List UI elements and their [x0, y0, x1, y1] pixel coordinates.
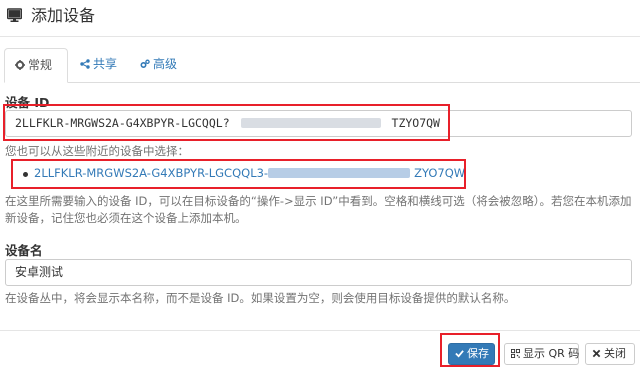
qrcode-icon	[511, 349, 520, 358]
tab-general-label: 常规	[28, 58, 53, 72]
device-name-help: 在设备丛中，将会显示本名称，而不是设备 ID。如果设置为空，则会使用目标设备提供…	[5, 291, 516, 305]
nearby-device-prefix: 2LLFKLR-MRGWS2A-G4XBPYR-LGCQQL3-	[34, 166, 269, 180]
tab-advanced[interactable]: 高级	[130, 48, 187, 81]
device-id-help: 在这里所需要输入的设备 ID，可以在目标设备的“操作->显示 ID”中看到。空格…	[5, 194, 632, 225]
monitor-icon	[7, 8, 22, 22]
nearby-device-link[interactable]: 2LLFKLR-MRGWS2A-G4XBPYR-LGCQQL3- ZYO7QW	[34, 166, 465, 180]
share-icon	[80, 59, 90, 69]
tab-bar: 常规 共享 高级	[4, 48, 640, 83]
tab-sharing-label: 共享	[93, 57, 118, 71]
tab-general[interactable]: 常规	[4, 48, 68, 83]
check-icon	[455, 350, 464, 358]
show-qr-button[interactable]: 显示 QR 码	[504, 343, 579, 365]
device-id-input[interactable]: 2LLFKLR-MRGWS2A-G4XBPYR-LGCQQL? TZYO7QW	[5, 110, 632, 137]
nearby-devices-hint: 您也可以从这些附近的设备中选择：	[5, 144, 189, 158]
device-id-value-suffix: TZYO7QW	[391, 116, 440, 130]
add-device-dialog: 添加设备 常规 共享 高级 设备 ID 2LLFKLR-MRGWS2A-G4XB…	[0, 0, 640, 367]
device-id-label: 设备 ID	[5, 95, 50, 110]
dialog-header: 添加设备	[0, 0, 640, 37]
device-name-input[interactable]: 安卓测试	[5, 259, 632, 286]
redacted-block	[240, 118, 381, 128]
redacted-block	[268, 168, 411, 178]
device-name-label: 设备名	[5, 243, 43, 258]
cogs-icon	[140, 59, 150, 69]
device-id-value-prefix: 2LLFKLR-MRGWS2A-G4XBPYR-LGCQQL?	[15, 116, 230, 130]
save-button[interactable]: 保存	[448, 343, 495, 365]
dialog-title: 添加设备	[31, 6, 96, 25]
close-button-label: 关闭	[604, 347, 626, 360]
tab-advanced-label: 高级	[153, 57, 178, 71]
close-icon	[592, 349, 601, 358]
tab-sharing[interactable]: 共享	[70, 48, 127, 81]
save-button-label: 保存	[467, 347, 489, 360]
close-button[interactable]: 关闭	[585, 343, 635, 365]
list-bullet	[23, 172, 28, 177]
gear-icon	[15, 60, 25, 70]
show-qr-label: 显示 QR 码	[523, 347, 580, 360]
nearby-device-suffix: ZYO7QW	[414, 166, 466, 180]
